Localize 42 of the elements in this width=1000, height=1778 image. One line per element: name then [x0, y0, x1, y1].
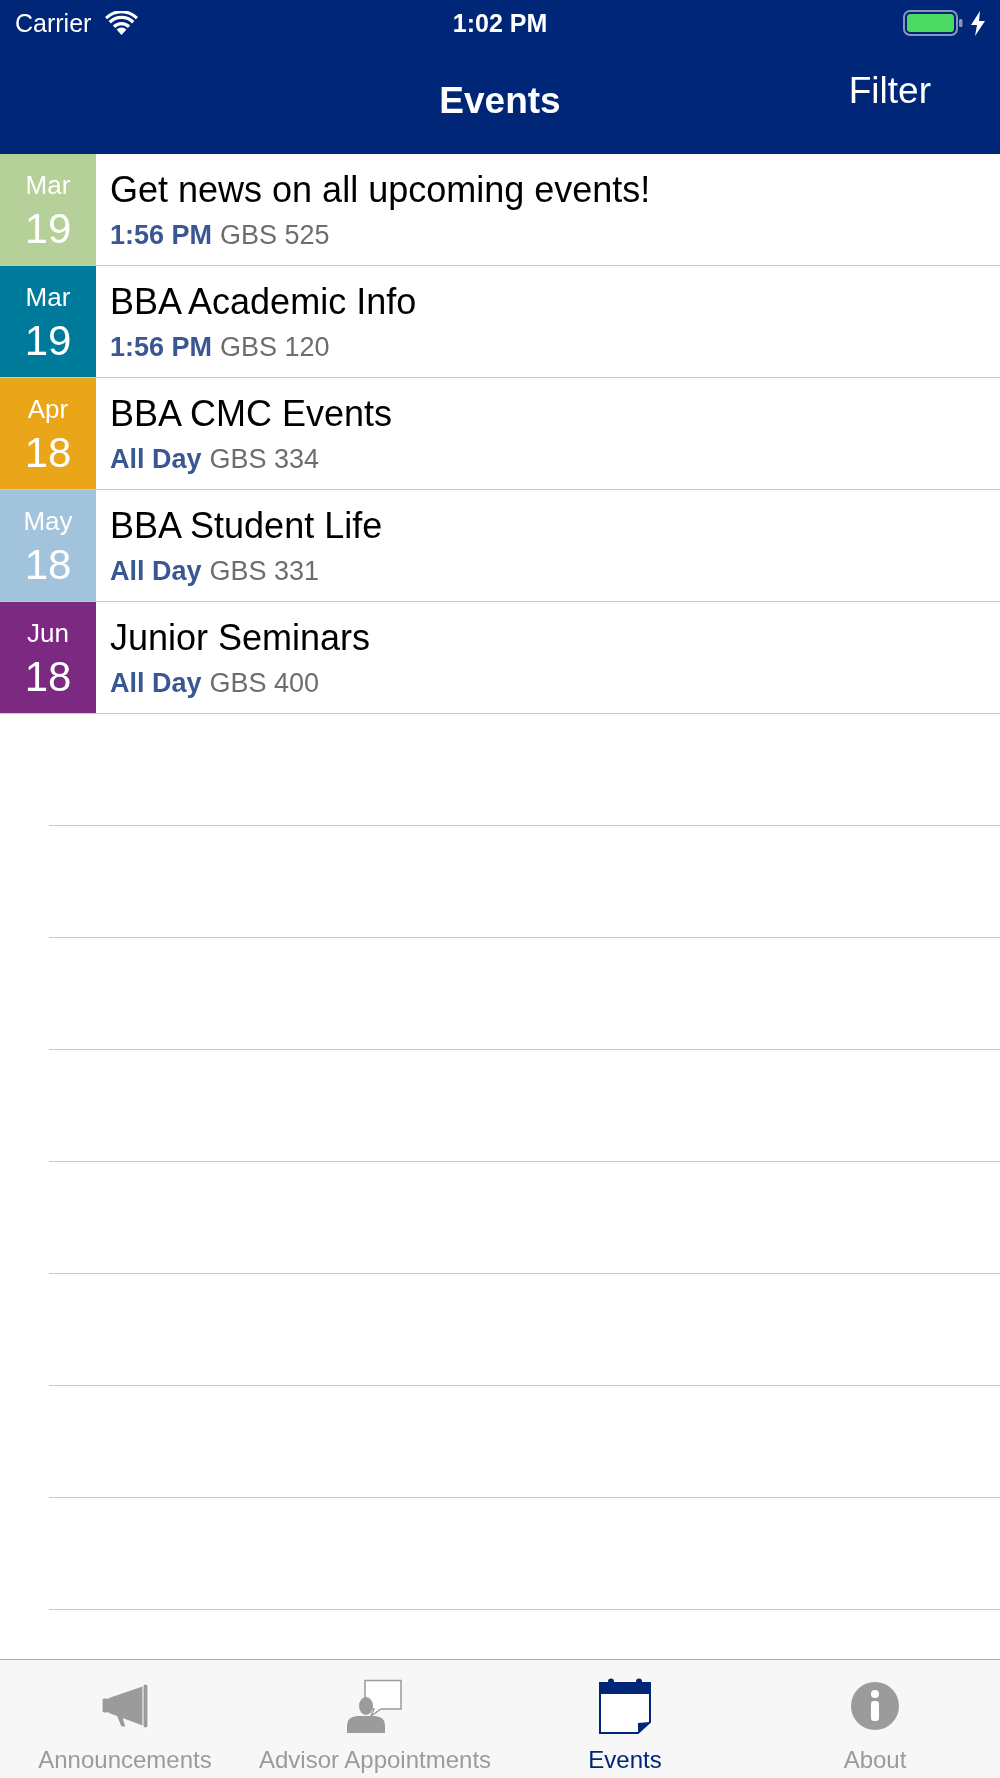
- event-row[interactable]: Jun 18 Junior Seminars All Day GBS 400: [0, 602, 1000, 714]
- event-location: GBS 331: [209, 558, 320, 585]
- date-day: 18: [24, 656, 72, 698]
- event-title: Get news on all upcoming events!: [110, 172, 651, 208]
- filter-button[interactable]: Filter: [848, 71, 931, 109]
- nav-title: Events: [439, 82, 561, 119]
- charging-bolt-icon: [971, 10, 985, 36]
- event-time: 1:56 PM: [110, 222, 213, 249]
- event-time: All Day: [110, 670, 202, 697]
- battery-icon: [903, 10, 963, 36]
- event-row[interactable]: May 18 BBA Student Life All Day GBS 331: [0, 490, 1000, 602]
- date-month: Apr: [27, 396, 69, 422]
- event-title: BBA Student Life: [110, 508, 383, 544]
- event-location: GBS 120: [220, 334, 330, 361]
- tab-button[interactable]: Events: [500, 1660, 750, 1778]
- event-time: All Day: [110, 558, 202, 585]
- info-icon: [851, 1682, 899, 1730]
- calendar-icon: [599, 1678, 651, 1734]
- event-location: GBS 400: [209, 670, 320, 697]
- event-row[interactable]: Mar 19 BBA Academic Info 1:56 PM GBS 120: [0, 266, 1000, 378]
- event-title: BBA CMC Events: [110, 396, 393, 432]
- event-location: GBS 334: [209, 446, 320, 473]
- event-row[interactable]: Apr 18 BBA CMC Events All Day GBS 334: [0, 378, 1000, 490]
- wifi-icon: [105, 11, 139, 35]
- date-day: 18: [24, 432, 72, 474]
- carrier-name: Carrier: [15, 10, 92, 36]
- event-location: GBS 525: [220, 222, 330, 249]
- event-row[interactable]: Mar 19 Get news on all upcoming events! 1:56 PM GBS 525: [0, 154, 1000, 266]
- event-time: All Day: [110, 446, 202, 473]
- date-day: 19: [24, 208, 72, 250]
- date-month: Jun: [27, 620, 69, 646]
- megaphone-icon: [100, 1683, 150, 1729]
- event-title: BBA Academic Info: [110, 284, 417, 320]
- advisor-person-icon: [347, 1679, 403, 1733]
- date-day: 18: [24, 544, 72, 586]
- date-month: May: [23, 508, 73, 534]
- status-time: 1:02 PM: [452, 10, 548, 36]
- date-month: Mar: [25, 172, 71, 198]
- date-month: Mar: [25, 284, 71, 310]
- event-title: Junior Seminars: [110, 620, 371, 656]
- date-day: 19: [24, 320, 72, 362]
- event-time: 1:56 PM: [110, 334, 213, 361]
